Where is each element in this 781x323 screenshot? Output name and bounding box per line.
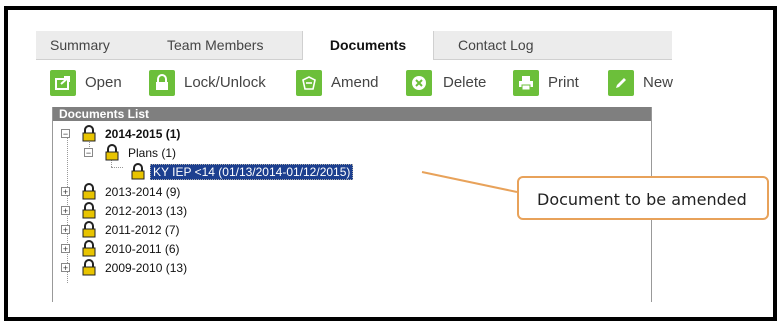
lock-icon (149, 70, 175, 96)
lock-icon (81, 221, 97, 241)
lock-icon (81, 240, 97, 260)
selected-document-label[interactable]: KY IEP <14 (01/13/2014-01/12/2015) (150, 164, 354, 180)
collapse-toggle[interactable]: − (61, 129, 70, 139)
lock-icon (130, 163, 146, 183)
print-label: Print (548, 74, 579, 91)
tree-node-label: Plans (1) (128, 146, 177, 160)
toolbar: Open Lock/Unlock Amend Delete Print New (36, 64, 674, 102)
tree-node-label: 2009-2010 (13) (105, 261, 188, 275)
print-icon (513, 70, 539, 96)
open-label: Open (85, 74, 122, 91)
expand-toggle[interactable]: + (61, 187, 70, 197)
amend-icon (296, 70, 322, 96)
print-button[interactable]: Print (513, 69, 593, 97)
lock-icon (104, 144, 120, 164)
lock-icon (81, 125, 97, 145)
delete-label: Delete (443, 74, 487, 91)
new-label: New (643, 74, 674, 91)
collapse-toggle[interactable]: − (84, 148, 93, 158)
expand-toggle[interactable]: + (61, 244, 70, 254)
tab-contact-log[interactable]: Contact Log (458, 31, 534, 59)
lock-unlock-button[interactable]: Lock/Unlock (149, 69, 279, 97)
amend-button[interactable]: Amend (296, 69, 386, 97)
new-button[interactable]: New (608, 69, 674, 97)
lock-icon (81, 259, 97, 279)
tree-node-label: 2012-2013 (13) (105, 204, 188, 218)
pencil-icon (608, 70, 634, 96)
documents-list-header: Documents List (53, 107, 651, 121)
lock-icon (81, 183, 97, 203)
tab-documents[interactable]: Documents (302, 31, 434, 60)
tree-node-label: 2011-2012 (7) (105, 223, 180, 237)
expand-toggle[interactable]: + (61, 225, 70, 235)
expand-toggle[interactable]: + (61, 206, 70, 216)
tab-bar: Summary Team Members Documents Contact L… (36, 31, 672, 60)
tree-node-label: 2010-2011 (6) (105, 242, 180, 256)
callout-box: Document to be amended (517, 176, 769, 220)
callout-pointer (421, 171, 518, 193)
tab-team-members[interactable]: Team Members (167, 31, 263, 59)
tree-connector (111, 167, 123, 168)
open-button[interactable]: Open (50, 69, 130, 97)
callout-text: Document to be amended (537, 190, 747, 209)
open-icon (50, 70, 76, 96)
tree-node-label: 2014-2015 (1) (105, 127, 181, 141)
delete-icon (406, 70, 432, 96)
delete-button[interactable]: Delete (406, 69, 496, 97)
expand-toggle[interactable]: + (61, 263, 70, 273)
tree-node-label: 2013-2014 (9) (105, 185, 181, 199)
tab-summary[interactable]: Summary (50, 31, 110, 59)
lock-icon (81, 202, 97, 222)
lock-unlock-label: Lock/Unlock (184, 74, 266, 91)
amend-label: Amend (331, 74, 379, 91)
